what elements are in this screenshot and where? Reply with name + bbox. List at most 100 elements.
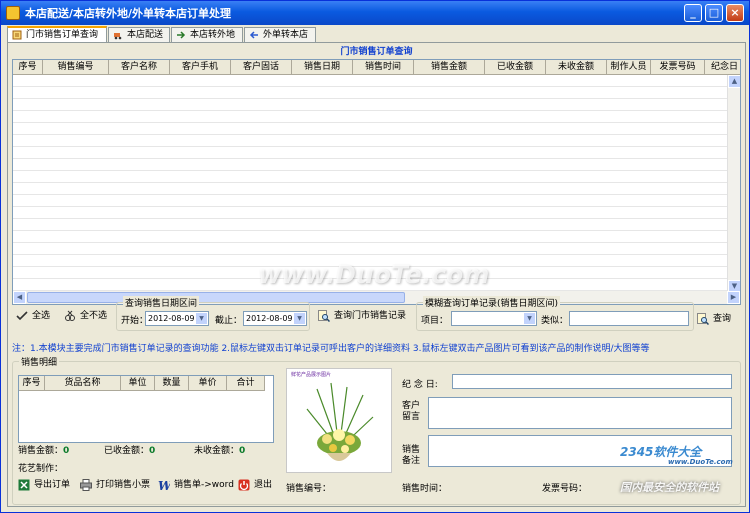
end-date-label: 截止： <box>215 316 243 326</box>
search-icon <box>697 313 709 325</box>
transfer-out-icon <box>177 31 186 39</box>
main-window: 本店配送/本店转外地/外单转本店订单处理 _ □ × 门市销售订单查询 本店配送… <box>0 0 750 513</box>
column-header[interactable]: 单价 <box>189 376 227 391</box>
brand-url-watermark: www.DuoTe.com <box>668 458 733 466</box>
column-header[interactable]: 发票号码 <box>651 60 705 75</box>
query-sales-label: 查询门市销售记录 <box>334 311 407 321</box>
unreceived-amount: 未收金额：0 <box>194 443 245 456</box>
scroll-up-icon[interactable]: ▲ <box>728 75 740 88</box>
product-image[interactable]: 鲜花产品展示图片 <box>286 368 392 473</box>
column-header[interactable]: 序号 <box>13 60 43 75</box>
scroll-right-icon[interactable]: ▶ <box>727 291 740 304</box>
fuzzy-query-button[interactable]: 查询 <box>697 313 731 325</box>
customer-message-input[interactable] <box>428 397 732 429</box>
sales-remark-label: 销售 备注 <box>402 445 421 466</box>
column-header[interactable]: 销售编号 <box>43 60 109 75</box>
minimize-button[interactable]: _ <box>684 4 702 22</box>
tab-transfer-in[interactable]: 外单转本店 <box>244 27 316 43</box>
details-grid[interactable]: 序号 货品名称 单位 数量 单价 合计 <box>18 375 274 443</box>
date-range-legend: 查询销售日期区间 <box>123 296 200 309</box>
column-header[interactable]: 单位 <box>121 376 155 391</box>
end-date-value: 2012-08-09 <box>246 314 293 323</box>
print-receipt-label: 打印销售小票 <box>96 480 151 490</box>
column-header[interactable]: 纪念日 <box>705 60 740 75</box>
export-word-button[interactable]: W 销售单->word <box>158 479 234 491</box>
column-header[interactable]: 数量 <box>155 376 189 391</box>
customer-message-label: 客户 留言 <box>402 401 421 422</box>
end-date-picker[interactable]: 2012-08-09 ▼ <box>243 311 307 326</box>
flower-bouquet-icon <box>306 382 374 461</box>
anniversary-label: 纪 念 日: <box>402 380 438 390</box>
site-watermark: www.DuoTe.com <box>258 260 490 289</box>
exit-label: 退出 <box>254 480 273 490</box>
like-label: 类似： <box>541 316 569 326</box>
column-header[interactable]: 未收金额 <box>546 60 607 75</box>
anniversary-input[interactable] <box>452 374 732 389</box>
select-all-button[interactable]: 全选 <box>16 310 50 322</box>
dropdown-arrow-icon[interactable]: ▼ <box>293 312 306 325</box>
sales-amount-label: 销售金额： <box>18 446 64 456</box>
word-icon: W <box>158 479 170 491</box>
select-all-label: 全选 <box>32 311 51 321</box>
app-icon <box>6 6 20 20</box>
item-label: 项目： <box>421 316 449 326</box>
column-header[interactable]: 客户手机 <box>170 60 231 75</box>
column-header[interactable]: 销售金额 <box>414 60 485 75</box>
check-all-icon <box>16 311 28 321</box>
uncheck-icon <box>65 310 75 321</box>
print-receipt-button[interactable]: 打印销售小票 <box>80 479 150 491</box>
delivery-icon <box>114 33 122 40</box>
column-header[interactable]: 销售日期 <box>292 60 353 75</box>
start-date-value: 2012-08-09 <box>148 314 195 323</box>
start-date-label: 开始： <box>121 316 149 326</box>
close-button[interactable]: × <box>726 4 744 22</box>
select-none-label: 全不选 <box>80 311 108 321</box>
svg-text:W: W <box>158 479 170 491</box>
column-header[interactable]: 制作人员 <box>607 60 651 75</box>
sales-amount-value: 0 <box>63 446 70 456</box>
column-header[interactable]: 客户名称 <box>109 60 170 75</box>
sales-time-label: 销售时间： <box>402 484 448 494</box>
tab-label: 门市销售订单查询 <box>26 30 99 40</box>
sales-no-label: 销售编号： <box>286 484 332 494</box>
tab-label: 本店转外地 <box>190 30 236 40</box>
column-header[interactable]: 货品名称 <box>45 376 121 391</box>
sales-details-legend: 销售明细 <box>19 355 60 368</box>
date-range-group: 查询销售日期区间 开始： 2012-08-09 ▼ 截止： 2012-08-09… <box>116 296 310 331</box>
received-amount: 已收金额：0 <box>104 443 155 456</box>
item-select[interactable]: ▼ <box>451 311 537 326</box>
dropdown-arrow-icon[interactable]: ▼ <box>523 312 536 325</box>
invoice-label: 发票号码： <box>542 484 588 494</box>
image-caption: 鲜花产品展示图片 <box>291 372 332 378</box>
column-header[interactable]: 序号 <box>19 376 45 391</box>
tab-transfer-out[interactable]: 本店转外地 <box>171 27 243 43</box>
tab-panel: 门市销售订单查询 序号 销售编号 客户名称 客户手机 客户固话 销售日期 销售时… <box>7 42 746 507</box>
scroll-left-icon[interactable]: ◀ <box>13 291 26 304</box>
select-none-button[interactable]: 全不选 <box>64 310 107 322</box>
fuzzy-query-group: 模糊查询订单记录(销售日期区间) 项目： ▼ 类似： <box>416 296 694 331</box>
maximize-button[interactable]: □ <box>705 4 723 22</box>
vertical-scrollbar[interactable]: ▲ ▼ <box>727 75 740 293</box>
exit-icon <box>238 479 250 491</box>
grid-header: 序号 销售编号 客户名称 客户手机 客户固话 销售日期 销售时间 销售金额 已收… <box>13 60 740 75</box>
dropdown-arrow-icon[interactable]: ▼ <box>195 312 208 325</box>
exit-button[interactable]: 退出 <box>238 479 272 491</box>
start-date-picker[interactable]: 2012-08-09 ▼ <box>145 311 209 326</box>
unreceived-label: 未收金额： <box>194 446 240 456</box>
received-value: 0 <box>149 446 156 456</box>
column-header[interactable]: 客户固话 <box>231 60 292 75</box>
column-header[interactable]: 合计 <box>227 376 265 391</box>
details-header: 序号 货品名称 单位 数量 单价 合计 <box>19 376 265 391</box>
column-header[interactable]: 已收金额 <box>485 60 546 75</box>
florist-label: 花艺制作： <box>18 464 64 474</box>
tab-local-delivery[interactable]: 本店配送 <box>108 27 170 43</box>
export-order-button[interactable]: 导出订单 <box>18 479 70 491</box>
title-bar[interactable]: 本店配送/本店转外地/外单转本店订单处理 _ □ × <box>1 1 749 25</box>
export-order-label: 导出订单 <box>34 480 71 490</box>
fuzzy-query-legend: 模糊查询订单记录(销售日期区间) <box>423 296 561 309</box>
column-header[interactable]: 销售时间 <box>353 60 414 75</box>
orders-grid[interactable]: 序号 销售编号 客户名称 客户手机 客户固话 销售日期 销售时间 销售金额 已收… <box>12 59 741 305</box>
export-word-label: 销售单->word <box>174 480 234 490</box>
like-input[interactable] <box>569 311 689 326</box>
query-sales-button[interactable]: 查询门市销售记录 <box>318 310 406 322</box>
